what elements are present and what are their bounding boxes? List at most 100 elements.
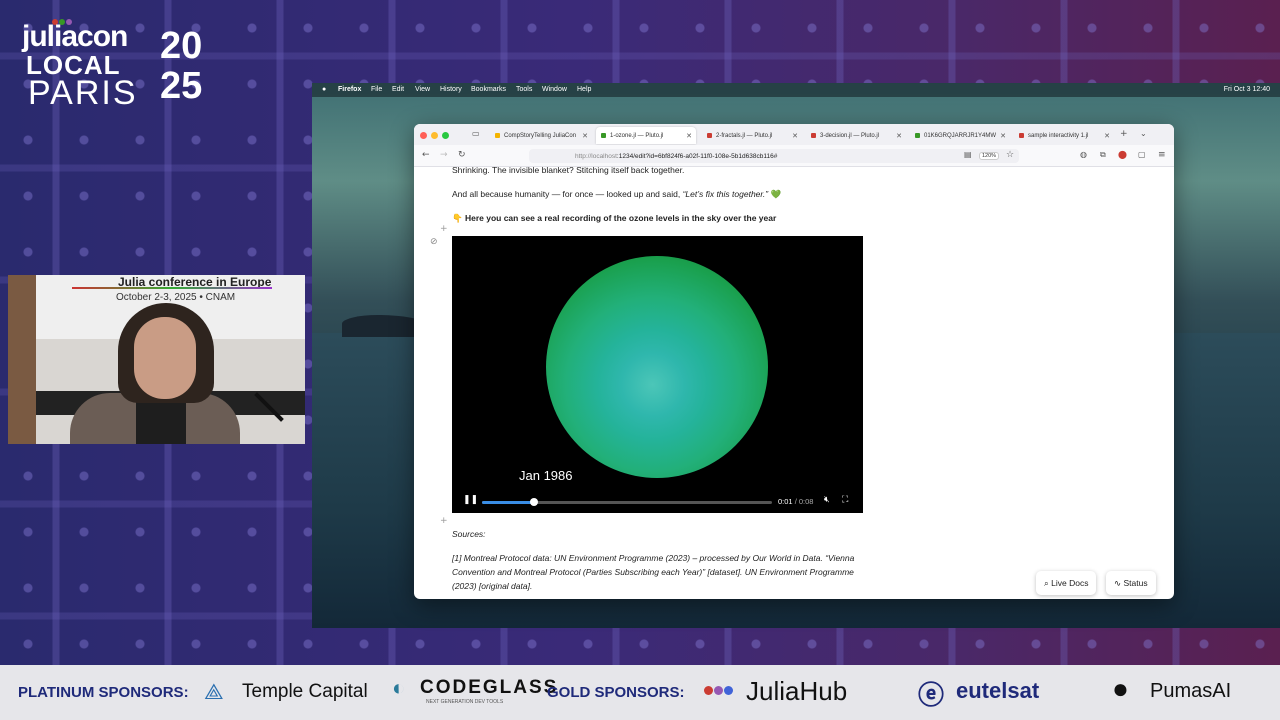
tab-close-icon[interactable]: ✕: [1104, 132, 1110, 140]
mute-icon[interactable]: 🔇︎: [824, 495, 830, 505]
story-text-humanity: And all because humanity — for once — lo…: [452, 189, 781, 200]
juliahub-name: JuliaHub: [746, 676, 848, 706]
add-cell-button[interactable]: +: [440, 224, 448, 234]
zoom-level-badge[interactable]: 120%: [979, 152, 1000, 160]
source-1-line-1: [1] Montreal Protocol data: UN Environme…: [452, 553, 855, 563]
speaker-face: [134, 317, 196, 399]
menu-hamburger-icon[interactable]: ≡: [1158, 150, 1166, 160]
tab-label: CompStoryTelling JuliaCon: [504, 133, 577, 139]
logo-year: 20 25: [160, 26, 218, 106]
apple-icon[interactable]: ●: [322, 86, 326, 93]
tab-close-icon[interactable]: ✕: [582, 132, 588, 140]
logo-year-bottom: 25: [160, 65, 203, 107]
forward-arrow-icon[interactable]: →: [440, 150, 448, 160]
tab-label: 1-ozone.jl — Pluto.jl: [610, 133, 664, 139]
pumasai-logo-icon: ●: [1112, 673, 1129, 704]
video-date-overlay: Jan 1986: [519, 468, 573, 483]
menubar-clock[interactable]: Fri Oct 3 12:40: [1224, 86, 1270, 93]
eutelsat-logo-icon: ⓔ: [918, 680, 945, 710]
source-1-line-2: Convention and Montreal Protocol (Partie…: [452, 567, 854, 577]
ozone-video-player[interactable]: Jan 1986 ❚❚ 0:01 / 0:08 🔇︎ ⛶: [452, 236, 863, 513]
add-cell-button[interactable]: +: [440, 516, 448, 526]
juliacon-logo: juliacon LOCAL PARIS 20 25: [22, 12, 222, 112]
temple-capital-name: Temple Capital: [242, 681, 368, 702]
banner-color-line: [72, 287, 272, 289]
video-total-time: / 0:08: [792, 497, 814, 506]
ozone-globe: [546, 256, 768, 478]
status-label: Status: [1123, 578, 1148, 588]
menu-history[interactable]: History: [440, 86, 462, 93]
speaker-shirt: [136, 399, 186, 444]
story-text-shrinking: Shrinking. The invisible blanket? Stitch…: [452, 165, 685, 175]
eutelsat-name: eutelsat: [956, 678, 1040, 703]
tab-decision[interactable]: 3-decision.jl — Pluto.jl ✕: [806, 127, 906, 144]
logo-paris: PARIS: [28, 74, 138, 112]
url-path: :1234/edit?id=6bf824f6-a02f-11f0-108e-5b…: [616, 153, 778, 160]
tab-label: 2-fractals.jl — Pluto.jl: [716, 133, 773, 139]
back-arrow-icon[interactable]: ←: [422, 150, 430, 160]
temple-capital-logo-icon: ⟁: [204, 679, 224, 704]
tab-overview-icon[interactable]: ▭: [472, 129, 480, 138]
sidebar-icon[interactable]: ▢: [1138, 150, 1146, 159]
menu-file[interactable]: File: [371, 86, 382, 93]
tab-label: 3-decision.jl — Pluto.jl: [820, 133, 880, 139]
menu-window[interactable]: Window: [542, 86, 567, 93]
status-button[interactable]: ∿ Status: [1106, 571, 1156, 595]
tab-favicon-icon: [1019, 133, 1024, 138]
video-current-time: 0:01: [778, 497, 793, 506]
story-quote: “Let’s fix this together.”: [682, 189, 769, 199]
source-1-line-3: (2023) [original data].: [452, 581, 533, 591]
pumasai-name: PumasAI: [1150, 680, 1232, 702]
ozone-hint-text: Here you can see a real recording of the…: [464, 213, 777, 223]
tab-favicon-icon: [495, 133, 500, 138]
extensions-icon[interactable]: ⧉: [1100, 150, 1106, 160]
reader-view-icon[interactable]: ▤: [964, 150, 972, 159]
close-window-button[interactable]: [420, 132, 427, 139]
tab-fractals[interactable]: 2-fractals.jl — Pluto.jl ✕: [702, 127, 802, 144]
account-icon[interactable]: ◍: [1080, 150, 1087, 159]
green-heart-icon: 💚: [770, 189, 782, 199]
tab-list-chevron-down-icon[interactable]: ⌄: [1140, 129, 1147, 138]
tab-01k6[interactable]: 01K6GRQJARRJR1Y4MW ✕: [910, 127, 1010, 144]
menu-help[interactable]: Help: [577, 86, 591, 93]
logo-year-top: 20: [160, 25, 203, 67]
activity-icon: ∿: [1114, 578, 1122, 588]
live-docs-label: Live Docs: [1051, 578, 1089, 588]
reload-icon[interactable]: ↻: [458, 150, 466, 160]
url-host: http://localhost: [575, 153, 617, 160]
menu-bookmarks[interactable]: Bookmarks: [471, 86, 506, 93]
tab-close-icon[interactable]: ✕: [896, 132, 902, 140]
tab-ozone[interactable]: 1-ozone.jl — Pluto.jl ✕: [596, 127, 696, 144]
menu-app-name[interactable]: Firefox: [338, 86, 361, 93]
speaker-webcam: Julia conference in Europe October 2-3, …: [8, 275, 305, 444]
ozone-hint: 👇 Here you can see a real recording of t…: [452, 213, 776, 224]
video-progress-bar[interactable]: [482, 498, 772, 506]
pause-icon[interactable]: ❚❚: [463, 495, 478, 505]
tab-close-icon[interactable]: ✕: [686, 132, 692, 140]
url-bar[interactable]: http://localhost:1234/edit?id=6bf824f6-a…: [529, 149, 1019, 163]
sources-label: Sources:: [452, 529, 486, 539]
navigation-toolbar: ← → ↻ ⛉ ▯ ⇆ http://localhost:1234/edit?i…: [414, 145, 1174, 167]
menu-view[interactable]: View: [415, 86, 430, 93]
hide-code-eye-icon[interactable]: ⊘: [430, 237, 438, 247]
tab-close-icon[interactable]: ✕: [1000, 132, 1006, 140]
ublock-icon[interactable]: ⬤: [1118, 150, 1127, 159]
bookmark-star-icon[interactable]: ☆: [1006, 150, 1014, 160]
menu-tools[interactable]: Tools: [516, 86, 532, 93]
pluto-notebook: Shrinking. The invisible blanket? Stitch…: [414, 165, 1174, 599]
video-scrub-handle[interactable]: [530, 498, 539, 506]
fullscreen-icon[interactable]: ⛶: [842, 495, 848, 505]
codeglass-tagline: NEXT GENERATION DEV TOOLS: [426, 699, 504, 705]
tab-close-icon[interactable]: ✕: [792, 132, 798, 140]
tab-sample-interactivity[interactable]: sample interactivity 1.jl ✕: [1014, 127, 1114, 144]
zoom-window-button[interactable]: [442, 132, 449, 139]
menu-edit[interactable]: Edit: [392, 86, 404, 93]
juliahub-logo-icon: [704, 682, 733, 700]
tab-favicon-icon: [811, 133, 816, 138]
gold-sponsors-label: GOLD SPONSORS:: [547, 684, 685, 701]
live-docs-button[interactable]: ⌕ Live Docs: [1036, 571, 1097, 595]
new-tab-button[interactable]: +: [1120, 129, 1128, 139]
tab-compstorytelling[interactable]: CompStoryTelling JuliaCon ✕: [490, 127, 592, 144]
minimize-window-button[interactable]: [431, 132, 438, 139]
pointing-down-icon: 👇: [452, 213, 463, 223]
